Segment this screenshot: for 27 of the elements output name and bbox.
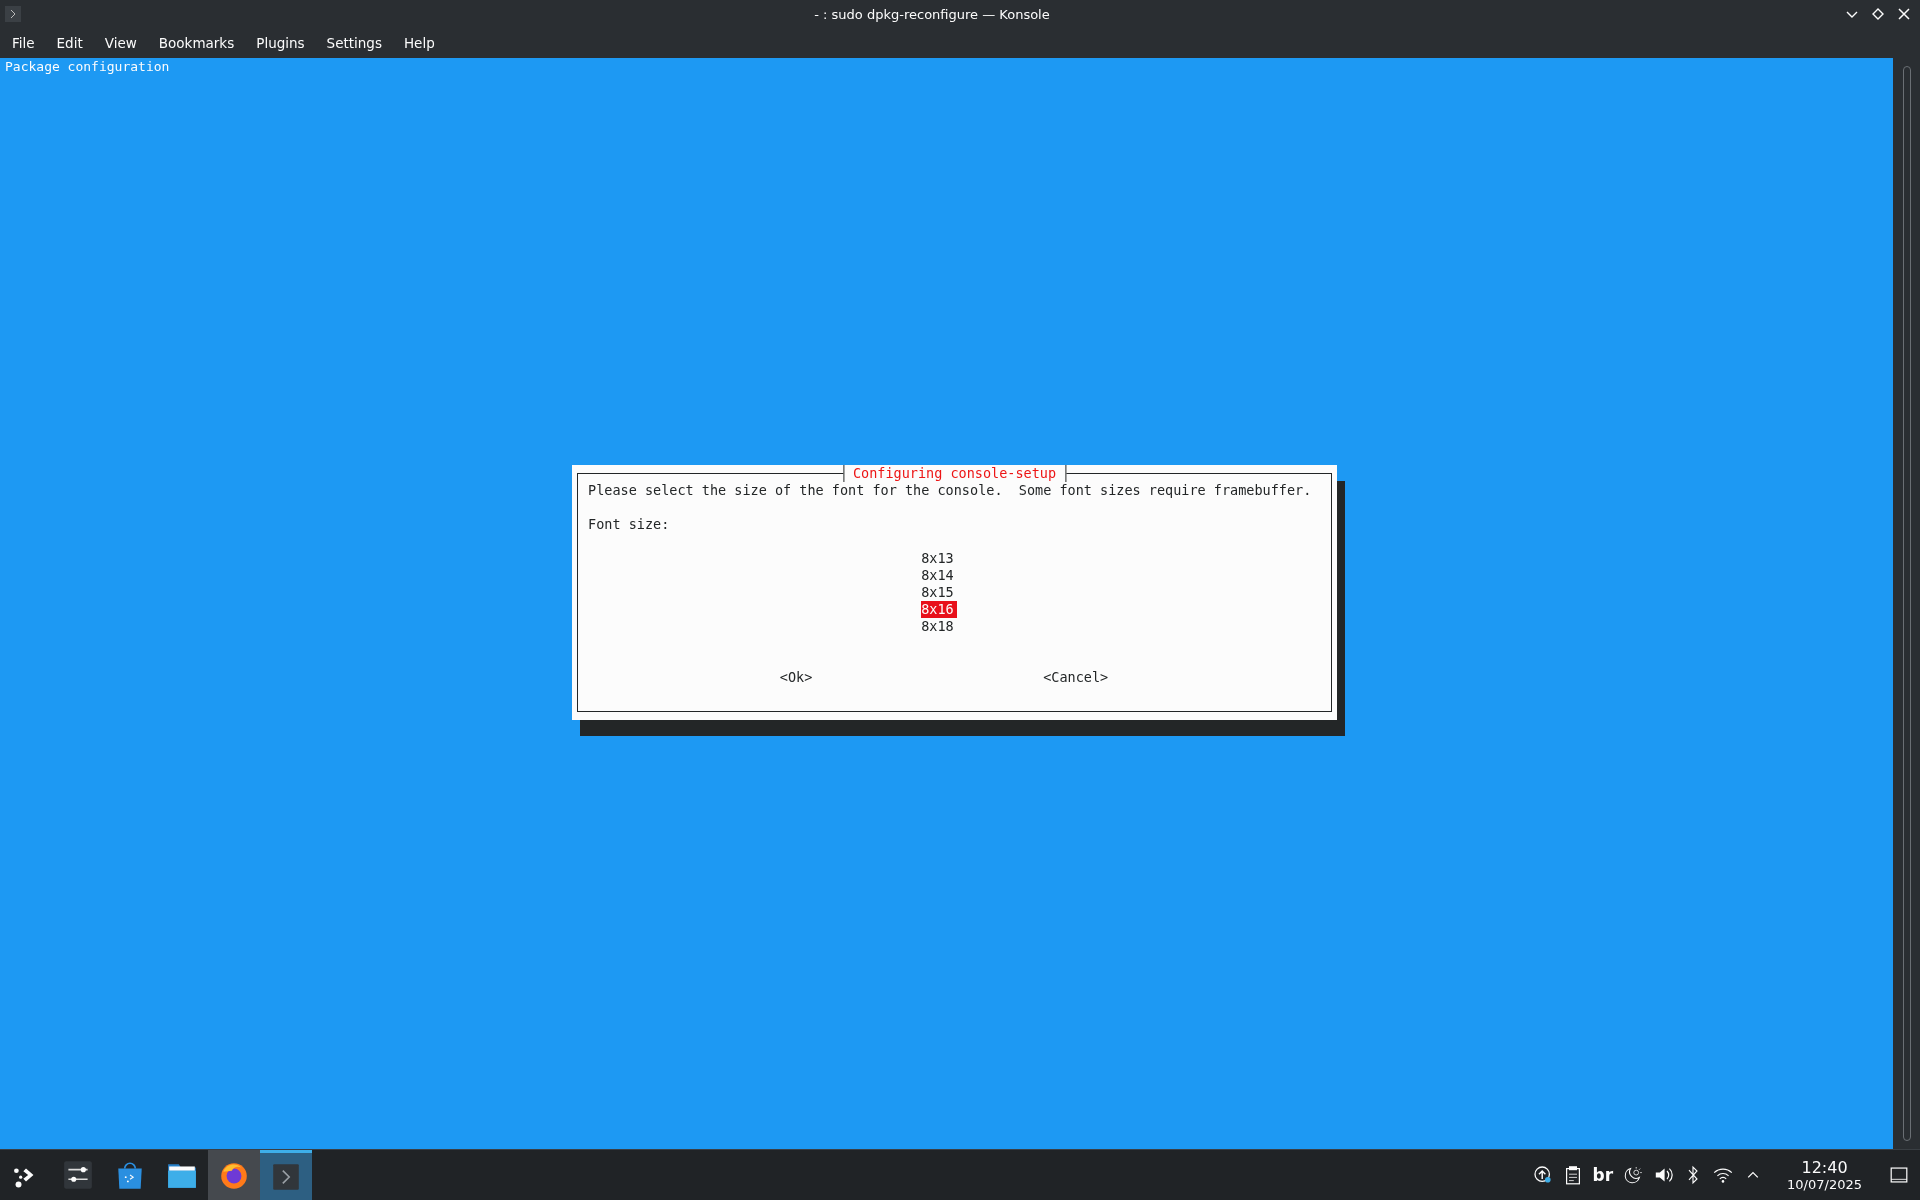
- menu-item[interactable]: Bookmarks: [150, 31, 243, 55]
- cancel-button[interactable]: <Cancel>: [1043, 668, 1109, 686]
- list-option[interactable]: 8x16: [921, 600, 957, 618]
- clock[interactable]: 12:40 10/07/2025: [1781, 1157, 1868, 1193]
- dialog-title: Configuring console-setup: [842, 464, 1067, 482]
- menu-item[interactable]: Plugins: [248, 31, 313, 55]
- clock-time: 12:40: [1801, 1158, 1848, 1177]
- keyboard-layout-indicator[interactable]: br: [1590, 1165, 1616, 1185]
- ok-button[interactable]: <Ok>: [779, 668, 813, 686]
- maximize-button[interactable]: [1872, 8, 1884, 20]
- prompt-text: Please select the size of the font for the console. Some font sizes require framebuffer.: [588, 481, 1313, 499]
- list-option[interactable]: 8x13: [921, 549, 957, 567]
- sliders-icon: [62, 1159, 94, 1191]
- menu-item[interactable]: Help: [395, 31, 443, 55]
- menu-item[interactable]: File: [4, 31, 43, 55]
- terminal-icon: [4, 5, 22, 23]
- menu-item[interactable]: Edit: [48, 31, 91, 55]
- terminal-header: Package configuration: [4, 58, 171, 75]
- menu-item[interactable]: View: [96, 31, 145, 55]
- menu-item[interactable]: Settings: [318, 31, 390, 55]
- list-option[interactable]: 8x18: [921, 617, 957, 635]
- close-button[interactable]: [1898, 8, 1910, 20]
- field-label: Font size:: [588, 515, 671, 533]
- list-option[interactable]: 8x14: [921, 566, 957, 584]
- clock-date: 10/07/2025: [1787, 1176, 1862, 1192]
- window-title: - : sudo dpkg-reconfigure — Konsole: [813, 6, 1051, 22]
- list-option[interactable]: 8x15: [921, 583, 957, 601]
